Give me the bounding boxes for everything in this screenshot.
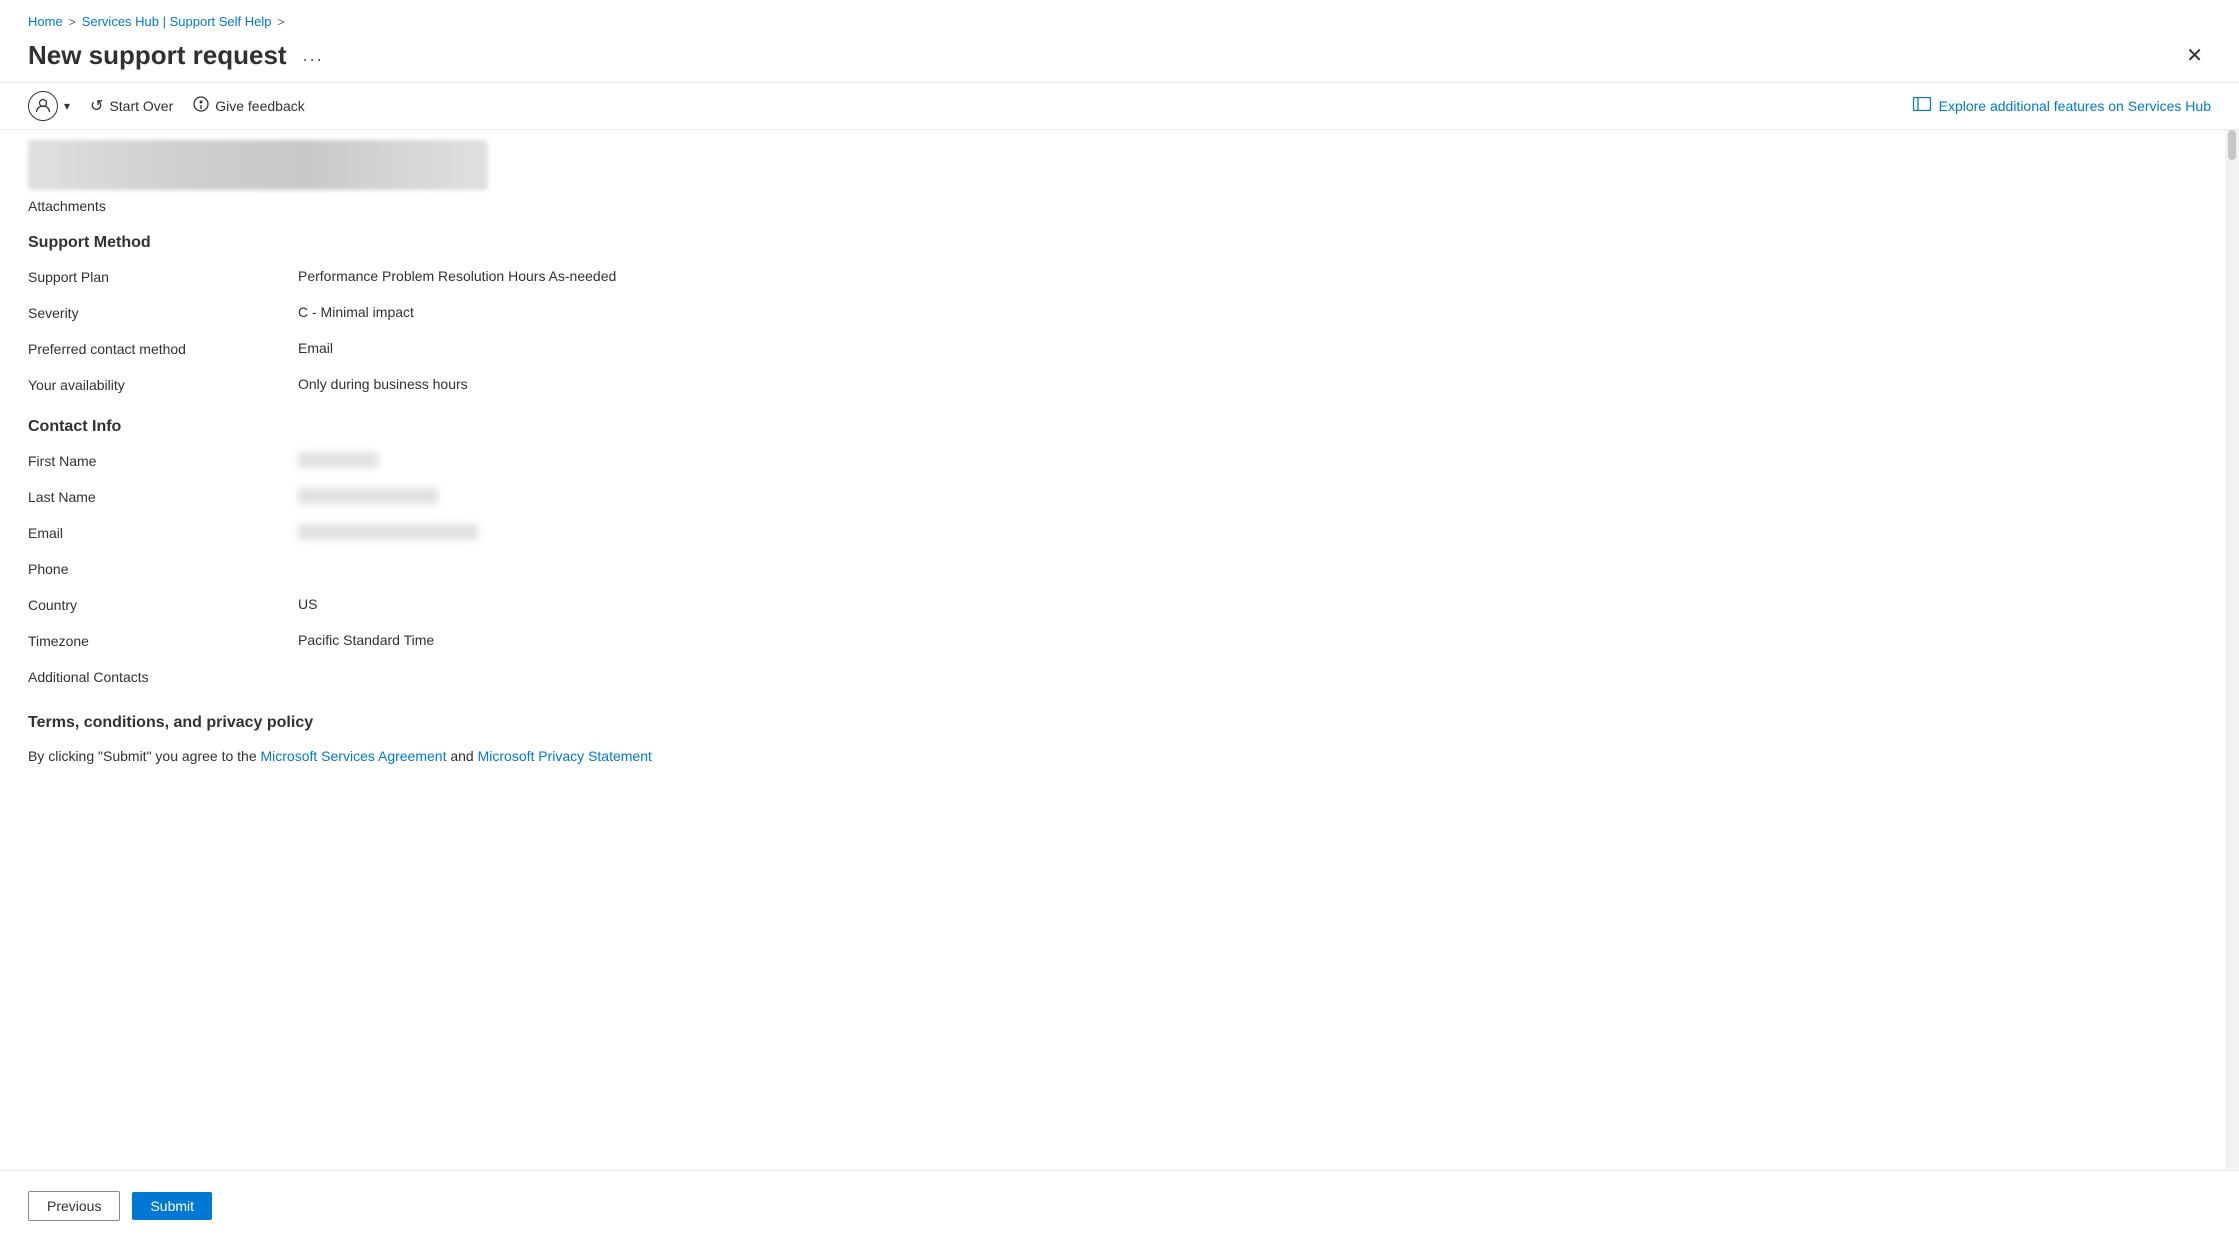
phone-label: Phone <box>28 560 298 577</box>
severity-value: C - Minimal impact <box>298 304 2197 320</box>
support-method-header: Support Method <box>28 234 2197 252</box>
submit-button[interactable]: Submit <box>132 1192 212 1220</box>
preferred-contact-value: Email <box>298 340 2197 356</box>
email-row: Email <box>28 524 2197 546</box>
email-label: Email <box>28 524 298 541</box>
toolbar: ▾ ↺ Start Over Give feedback <box>0 82 2239 130</box>
severity-label: Severity <box>28 304 298 321</box>
support-plan-row: Support Plan Performance Problem Resolut… <box>28 268 2197 290</box>
explore-features-item[interactable]: Explore additional features on Services … <box>1913 97 2211 116</box>
refresh-icon: ↺ <box>90 96 103 116</box>
give-feedback-item[interactable]: Give feedback <box>193 96 305 117</box>
timezone-row: Timezone Pacific Standard Time <box>28 632 2197 654</box>
start-over-item[interactable]: ↺ Start Over <box>90 96 173 116</box>
user-account-item[interactable]: ▾ <box>28 91 70 121</box>
feedback-icon <box>193 96 209 117</box>
breadcrumb: Home > Services Hub | Support Self Help … <box>0 0 2239 35</box>
last-name-label: Last Name <box>28 488 298 505</box>
timezone-label: Timezone <box>28 632 298 649</box>
breadcrumb-sep2: > <box>278 15 285 29</box>
header-left: New support request ... <box>28 40 330 71</box>
breadcrumb-home[interactable]: Home <box>28 14 63 29</box>
timezone-value: Pacific Standard Time <box>298 632 2197 648</box>
explore-icon <box>1913 97 1931 116</box>
user-icon <box>28 91 58 121</box>
terms-text-before: By clicking "Submit" you agree to the <box>28 748 261 764</box>
support-plan-label: Support Plan <box>28 268 298 285</box>
close-button[interactable]: ✕ <box>2178 39 2211 72</box>
page-title: New support request <box>28 40 287 71</box>
terms-text: By clicking "Submit" you agree to the Mi… <box>28 748 2197 764</box>
start-over-label: Start Over <box>109 98 173 114</box>
severity-row: Severity C - Minimal impact <box>28 304 2197 326</box>
page-header: New support request ... ✕ <box>0 35 2239 82</box>
availability-value: Only during business hours <box>298 376 2197 392</box>
last-name-value <box>298 488 2197 504</box>
support-plan-value: Performance Problem Resolution Hours As-… <box>298 268 2197 284</box>
additional-contacts-label: Additional Contacts <box>28 668 298 685</box>
availability-row: Your availability Only during business h… <box>28 376 2197 398</box>
explore-label: Explore additional features on Services … <box>1939 98 2211 114</box>
preferred-contact-row: Preferred contact method Email <box>28 340 2197 362</box>
microsoft-services-agreement-link[interactable]: Microsoft Services Agreement <box>261 748 447 764</box>
attachment-blur <box>28 140 488 190</box>
additional-contacts-row: Additional Contacts <box>28 668 2197 690</box>
attachments-label: Attachments <box>28 198 2197 214</box>
chevron-down-icon: ▾ <box>64 99 70 113</box>
first-name-value <box>298 452 2197 468</box>
preferred-contact-label: Preferred contact method <box>28 340 298 357</box>
toolbar-left: ▾ ↺ Start Over Give feedback <box>28 91 305 121</box>
terms-section: Terms, conditions, and privacy policy By… <box>28 714 2197 764</box>
terms-header: Terms, conditions, and privacy policy <box>28 714 2197 732</box>
contact-info-header: Contact Info <box>28 418 2197 436</box>
country-value: US <box>298 596 2197 612</box>
last-name-row: Last Name <box>28 488 2197 510</box>
first-name-label: First Name <box>28 452 298 469</box>
main-content: Attachments Support Method Support Plan … <box>0 130 2239 1240</box>
email-value <box>298 524 2197 540</box>
content-area: Attachments Support Method Support Plan … <box>0 130 2225 1240</box>
breadcrumb-services-hub[interactable]: Services Hub | Support Self Help <box>82 14 272 29</box>
microsoft-privacy-statement-link[interactable]: Microsoft Privacy Statement <box>478 748 652 764</box>
first-name-row: First Name <box>28 452 2197 474</box>
terms-text-middle: and <box>446 748 477 764</box>
give-feedback-label: Give feedback <box>215 98 305 114</box>
previous-button[interactable]: Previous <box>28 1191 120 1221</box>
availability-label: Your availability <box>28 376 298 393</box>
breadcrumb-sep1: > <box>69 15 76 29</box>
country-label: Country <box>28 596 298 613</box>
country-row: Country US <box>28 596 2197 618</box>
bottom-bar: Previous Submit <box>0 1170 2239 1240</box>
ellipsis-button[interactable]: ... <box>297 43 330 68</box>
scrollbar-thumb-top[interactable] <box>2228 130 2236 160</box>
phone-row: Phone <box>28 560 2197 582</box>
scrollbar-track: ▲ ▼ <box>2225 130 2239 1240</box>
